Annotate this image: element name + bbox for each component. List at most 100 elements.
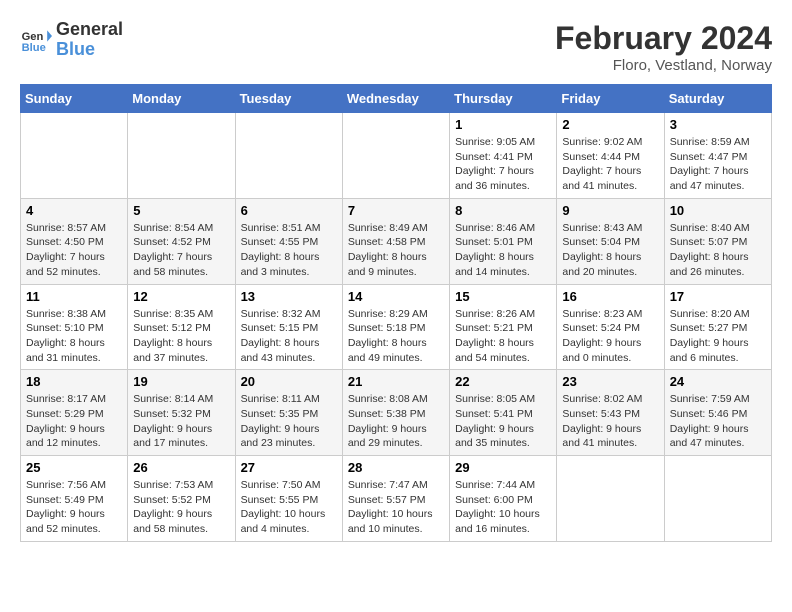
day-cell: 12 Sunrise: 8:35 AM Sunset: 5:12 PM Dayli… [128,284,235,370]
weekday-header-row: SundayMondayTuesdayWednesdayThursdayFrid… [21,85,772,113]
day-info: Sunrise: 7:50 AM Sunset: 5:55 PM Dayligh… [241,478,337,537]
day-info: Sunrise: 8:20 AM Sunset: 5:27 PM Dayligh… [670,307,766,366]
day-info: Sunrise: 8:35 AM Sunset: 5:12 PM Dayligh… [133,307,229,366]
day-number: 9 [562,203,658,218]
logo-icon: Gen Blue [20,24,52,56]
day-number: 23 [562,374,658,389]
day-number: 7 [348,203,444,218]
day-number: 11 [26,289,122,304]
day-number: 26 [133,460,229,475]
day-info: Sunrise: 7:47 AM Sunset: 5:57 PM Dayligh… [348,478,444,537]
week-row-3: 11 Sunrise: 8:38 AM Sunset: 5:10 PM Dayli… [21,284,772,370]
page-header: Gen Blue General Blue February 2024 Flor… [20,20,772,74]
weekday-header-tuesday: Tuesday [235,85,342,113]
week-row-1: 1 Sunrise: 9:05 AM Sunset: 4:41 PM Daylig… [21,113,772,199]
day-cell: 16 Sunrise: 8:23 AM Sunset: 5:24 PM Dayli… [557,284,664,370]
day-cell: 7 Sunrise: 8:49 AM Sunset: 4:58 PM Daylig… [342,198,449,284]
day-cell: 24 Sunrise: 7:59 AM Sunset: 5:46 PM Dayli… [664,370,771,456]
day-number: 12 [133,289,229,304]
day-info: Sunrise: 8:46 AM Sunset: 5:01 PM Dayligh… [455,221,551,280]
day-cell: 29 Sunrise: 7:44 AM Sunset: 6:00 PM Dayli… [450,456,557,542]
day-cell: 6Sunrise: 8:51 AM Sunset: 4:55 PM Daylig… [235,198,342,284]
day-cell: 26Sunrise: 7:53 AM Sunset: 5:52 PM Dayli… [128,456,235,542]
day-info: Sunrise: 9:02 AM Sunset: 4:44 PM Dayligh… [562,135,658,194]
day-cell: 28 Sunrise: 7:47 AM Sunset: 5:57 PM Dayli… [342,456,449,542]
day-info: Sunrise: 8:23 AM Sunset: 5:24 PM Dayligh… [562,307,658,366]
day-number: 8 [455,203,551,218]
week-row-5: 25 Sunrise: 7:56 AM Sunset: 5:49 PM Dayli… [21,456,772,542]
logo-line2: Blue [56,40,123,60]
svg-text:Gen: Gen [22,31,44,43]
day-cell: 4 Sunrise: 8:57 AM Sunset: 4:50 PM Daylig… [21,198,128,284]
day-number: 17 [670,289,766,304]
day-cell: 1 Sunrise: 9:05 AM Sunset: 4:41 PM Daylig… [450,113,557,199]
day-info: Sunrise: 8:05 AM Sunset: 5:41 PM Dayligh… [455,392,551,451]
day-number: 15 [455,289,551,304]
calendar-subtitle: Floro, Vestland, Norway [555,57,772,74]
day-info: Sunrise: 8:57 AM Sunset: 4:50 PM Dayligh… [26,221,122,280]
day-cell: 11 Sunrise: 8:38 AM Sunset: 5:10 PM Dayli… [21,284,128,370]
day-number: 22 [455,374,551,389]
day-cell: 13Sunrise: 8:32 AM Sunset: 5:15 PM Dayli… [235,284,342,370]
svg-text:Blue: Blue [22,42,46,54]
calendar-title-area: February 2024 Floro, Vestland, Norway [555,20,772,74]
day-info: Sunrise: 7:56 AM Sunset: 5:49 PM Dayligh… [26,478,122,537]
day-number: 1 [455,117,551,132]
day-cell: 10Sunrise: 8:40 AM Sunset: 5:07 PM Dayli… [664,198,771,284]
day-info: Sunrise: 8:17 AM Sunset: 5:29 PM Dayligh… [26,392,122,451]
week-row-2: 4 Sunrise: 8:57 AM Sunset: 4:50 PM Daylig… [21,198,772,284]
day-number: 29 [455,460,551,475]
day-number: 28 [348,460,444,475]
weekday-header-thursday: Thursday [450,85,557,113]
day-cell [342,113,449,199]
day-cell [235,113,342,199]
day-info: Sunrise: 8:38 AM Sunset: 5:10 PM Dayligh… [26,307,122,366]
weekday-header-sunday: Sunday [21,85,128,113]
day-info: Sunrise: 8:29 AM Sunset: 5:18 PM Dayligh… [348,307,444,366]
day-number: 24 [670,374,766,389]
day-number: 18 [26,374,122,389]
day-cell: 27 Sunrise: 7:50 AM Sunset: 5:55 PM Dayli… [235,456,342,542]
day-info: Sunrise: 8:49 AM Sunset: 4:58 PM Dayligh… [348,221,444,280]
day-cell: 20 Sunrise: 8:11 AM Sunset: 5:35 PM Dayli… [235,370,342,456]
day-cell: 8 Sunrise: 8:46 AM Sunset: 5:01 PM Daylig… [450,198,557,284]
day-info: Sunrise: 7:59 AM Sunset: 5:46 PM Dayligh… [670,392,766,451]
day-cell: 18 Sunrise: 8:17 AM Sunset: 5:29 PM Dayli… [21,370,128,456]
day-cell: 19 Sunrise: 8:14 AM Sunset: 5:32 PM Dayli… [128,370,235,456]
weekday-header-monday: Monday [128,85,235,113]
day-number: 4 [26,203,122,218]
day-number: 20 [241,374,337,389]
day-number: 25 [26,460,122,475]
day-number: 14 [348,289,444,304]
day-cell: 2Sunrise: 9:02 AM Sunset: 4:44 PM Daylig… [557,113,664,199]
day-info: Sunrise: 8:51 AM Sunset: 4:55 PM Dayligh… [241,221,337,280]
day-number: 5 [133,203,229,218]
day-cell: 3Sunrise: 8:59 AM Sunset: 4:47 PM Daylig… [664,113,771,199]
day-cell: 14 Sunrise: 8:29 AM Sunset: 5:18 PM Dayli… [342,284,449,370]
day-cell: 22 Sunrise: 8:05 AM Sunset: 5:41 PM Dayli… [450,370,557,456]
day-info: Sunrise: 8:54 AM Sunset: 4:52 PM Dayligh… [133,221,229,280]
day-cell: 21Sunrise: 8:08 AM Sunset: 5:38 PM Dayli… [342,370,449,456]
calendar-table: SundayMondayTuesdayWednesdayThursdayFrid… [20,84,772,542]
day-number: 10 [670,203,766,218]
day-cell: 15Sunrise: 8:26 AM Sunset: 5:21 PM Dayli… [450,284,557,370]
day-info: Sunrise: 8:08 AM Sunset: 5:38 PM Dayligh… [348,392,444,451]
day-info: Sunrise: 9:05 AM Sunset: 4:41 PM Dayligh… [455,135,551,194]
day-info: Sunrise: 7:44 AM Sunset: 6:00 PM Dayligh… [455,478,551,537]
day-cell [21,113,128,199]
day-number: 19 [133,374,229,389]
weekday-header-saturday: Saturday [664,85,771,113]
day-number: 27 [241,460,337,475]
day-info: Sunrise: 8:59 AM Sunset: 4:47 PM Dayligh… [670,135,766,194]
day-info: Sunrise: 8:43 AM Sunset: 5:04 PM Dayligh… [562,221,658,280]
weekday-header-friday: Friday [557,85,664,113]
logo-line1: General [56,20,123,40]
day-cell [128,113,235,199]
day-info: Sunrise: 8:32 AM Sunset: 5:15 PM Dayligh… [241,307,337,366]
day-cell: 5 Sunrise: 8:54 AM Sunset: 4:52 PM Daylig… [128,198,235,284]
weekday-header-wednesday: Wednesday [342,85,449,113]
day-info: Sunrise: 8:11 AM Sunset: 5:35 PM Dayligh… [241,392,337,451]
day-cell [557,456,664,542]
day-info: Sunrise: 8:14 AM Sunset: 5:32 PM Dayligh… [133,392,229,451]
day-number: 16 [562,289,658,304]
